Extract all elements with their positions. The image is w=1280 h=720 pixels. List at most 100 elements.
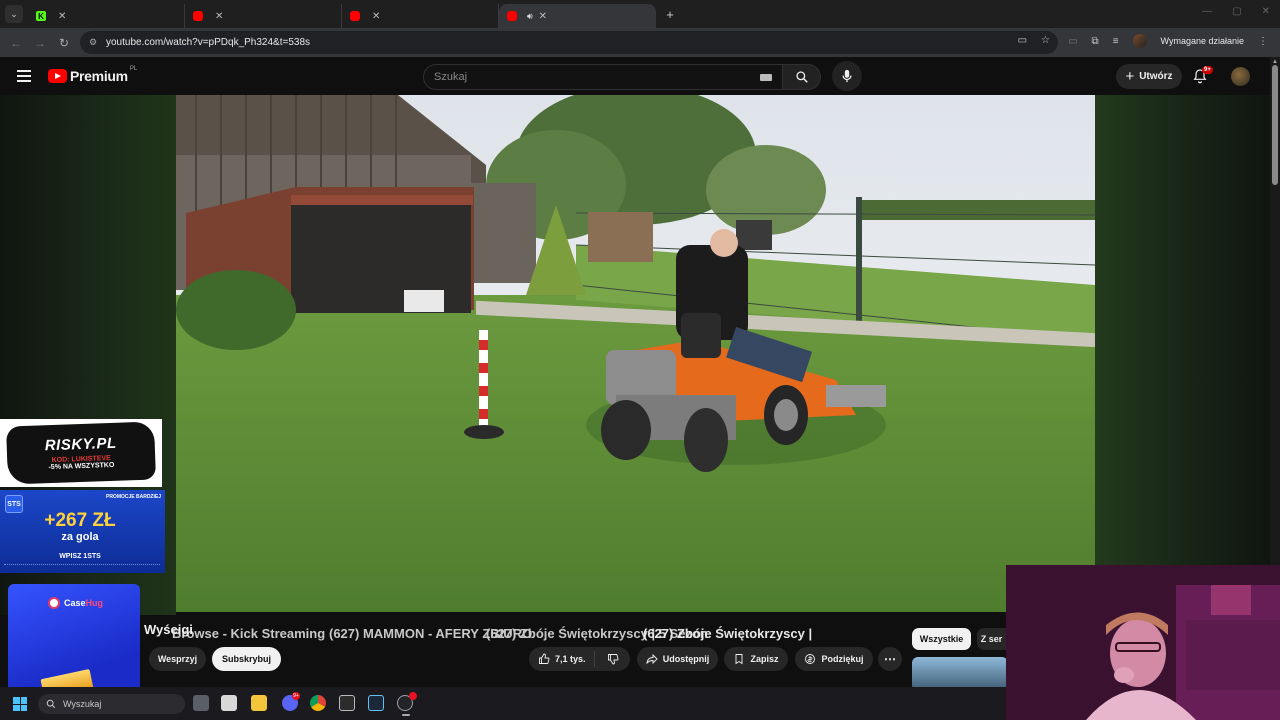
search-button[interactable]: [783, 64, 821, 90]
save-button[interactable]: Zapisz: [724, 647, 788, 671]
cast-icon[interactable]: ▭: [1018, 35, 1027, 46]
video-player[interactable]: [176, 95, 1095, 612]
tab-title: (627) Zbóje Świętokrzyscy |: [643, 626, 813, 641]
discord-badge: 9+: [292, 692, 300, 700]
sts-fine-print: [4, 564, 160, 567]
chip-all-label: Wszystkie: [919, 634, 964, 644]
scroll-thumb[interactable]: [1272, 65, 1278, 185]
risky-promo-text: -5% NA WSZYSTKO: [48, 461, 115, 472]
dislike-button[interactable]: [595, 653, 630, 665]
risky-ad-banner: RISKY.PL KOD: LUKISTEVE -5% NA WSZYSTKO: [0, 419, 162, 487]
casehug-ad: CaseHug: [8, 584, 140, 704]
site-info-icon[interactable]: ⚙︎: [86, 36, 100, 50]
file-explorer-icon[interactable]: [251, 695, 267, 711]
window-controls: — ▢ ✕: [1202, 6, 1270, 17]
casehug-logo: CaseHug: [48, 597, 103, 609]
browser-tab-kick[interactable]: K Browse - Kick Streaming ✕: [28, 4, 325, 641]
recommended-video-thumbnail[interactable]: [912, 657, 1008, 691]
taskbar-search-input[interactable]: Wyszukaj: [38, 694, 185, 714]
youtube-masthead: Premium PL Szukaj + Utwórz 9+: [0, 57, 1270, 95]
maximize-icon[interactable]: ▢: [1232, 6, 1241, 17]
logo-text: Premium: [70, 68, 128, 84]
youtube-premium-logo[interactable]: Premium PL: [48, 66, 138, 84]
video-title: Wyścigi: [144, 622, 193, 637]
close-window-icon[interactable]: ✕: [1262, 6, 1270, 17]
youtube-icon: [350, 11, 360, 21]
bookmark-star-icon[interactable]: ☆: [1041, 35, 1050, 46]
share-label: Udostępnij: [662, 654, 710, 664]
back-icon[interactable]: ←: [4, 36, 28, 50]
browser-tab-strip: ⌄ K Browse - Kick Streaming ✕ (627) MAMM…: [0, 0, 1280, 641]
video-frame-image: [176, 95, 1095, 612]
app-icon[interactable]: [339, 695, 355, 711]
super-thanks-icon: [805, 654, 816, 664]
keyboard-icon[interactable]: [760, 74, 772, 81]
chip-all[interactable]: Wszystkie: [912, 628, 971, 650]
sts-subtitle: za gola: [61, 531, 99, 543]
bookmark-icon: [736, 654, 743, 665]
extensions-icon[interactable]: ⧉: [1092, 36, 1099, 47]
account-avatar[interactable]: [1231, 67, 1250, 86]
new-tab-button[interactable]: +: [662, 6, 678, 22]
casehug-mark-icon: [48, 597, 60, 609]
sts-ad-banner: STS PROMOCJE BARDZIEJ +267 ZŁ za gola WP…: [0, 490, 165, 573]
speaker-icon[interactable]: 🔊︎: [527, 11, 533, 22]
tab-search-chevron-icon[interactable]: ⌄: [5, 5, 23, 23]
create-button[interactable]: + Utwórz: [1116, 64, 1182, 89]
thanks-button[interactable]: Podziękuj: [795, 647, 873, 671]
reload-icon[interactable]: ↻: [52, 36, 76, 50]
casehug-name-a: Case: [64, 598, 86, 608]
tab-close-icon[interactable]: ✕: [539, 11, 547, 22]
like-button[interactable]: 7,1 tys.: [529, 651, 595, 667]
discord-badge-text: 9+: [293, 693, 299, 699]
tab-close-icon[interactable]: ✕: [372, 11, 380, 22]
windows-start-icon[interactable]: [13, 697, 27, 711]
support-button[interactable]: Wesprzyj: [149, 647, 206, 671]
browser-tab-zboje-active[interactable]: (627) Zbóje Świętokrzyscy | 🔊︎ ✕: [499, 4, 812, 641]
browser-menu-icon[interactable]: ⋮: [1258, 36, 1268, 47]
ambient-glow-right: [1095, 95, 1270, 615]
browser-tab-mammon[interactable]: (627) MAMMON - AFERY ZBIURO ✕: [185, 4, 532, 641]
plus-icon: +: [1125, 68, 1135, 85]
url-text: youtube.com/watch?v=pPDqk_Ph324&t=538s: [106, 37, 311, 48]
hamburger-menu-icon[interactable]: [17, 70, 31, 82]
like-dislike-group: 7,1 tys.: [529, 647, 630, 671]
tab-close-icon[interactable]: ✕: [58, 11, 66, 22]
browser-toolbar: ← → ↻ ⚙︎ youtube.com/watch?v=pPDqk_Ph324…: [0, 28, 1280, 57]
search-input[interactable]: Szukaj: [423, 64, 783, 90]
reading-list-icon[interactable]: ≡: [1113, 36, 1119, 47]
steam-icon[interactable]: [368, 695, 384, 711]
profile-avatar[interactable]: [1132, 34, 1147, 48]
more-actions-button[interactable]: ⋯: [878, 647, 902, 671]
tab-close-icon[interactable]: ✕: [215, 11, 223, 22]
thumbs-down-icon: [607, 654, 618, 665]
voice-search-button[interactable]: [832, 61, 862, 91]
subscribe-button[interactable]: Subskrybuj: [212, 647, 281, 671]
share-button[interactable]: Udostępnij: [637, 647, 718, 671]
notepad-app-icon[interactable]: [221, 695, 237, 711]
chip-from-series[interactable]: Z ser: [977, 628, 1006, 650]
streamer-webcam: [1006, 565, 1280, 720]
required-action-button[interactable]: Wymagane działanie: [1161, 36, 1244, 46]
logo-country: PL: [129, 66, 138, 72]
youtube-play-icon: [48, 69, 67, 83]
subscribe-label: Subskrybuj: [221, 654, 271, 664]
sts-code: WPISZ 1STS: [59, 553, 101, 560]
search-placeholder: Szukaj: [434, 71, 468, 83]
like-count: 7,1 tys.: [555, 654, 586, 664]
chrome-icon[interactable]: [310, 695, 326, 711]
casehug-name-b: Hug: [85, 598, 104, 608]
thumbs-up-icon: [539, 653, 550, 664]
address-bar[interactable]: ⚙︎ youtube.com/watch?v=pPDqk_Ph324&t=538…: [80, 31, 1058, 54]
microphone-icon: [842, 69, 852, 83]
kick-icon: K: [36, 11, 46, 21]
tab-title: Browse - Kick Streaming: [172, 626, 326, 641]
forward-icon[interactable]: →: [28, 36, 52, 50]
task-view-icon[interactable]: [193, 695, 209, 711]
windows-taskbar: Wyszukaj 9+: [0, 687, 1006, 720]
browser-tab-zboje-1[interactable]: (627) Zbóje Świętokrzyscy | 5 Sezon ✕: [342, 4, 708, 641]
tab-group-icon[interactable]: ▭: [1068, 36, 1077, 47]
minimize-icon[interactable]: —: [1202, 6, 1212, 17]
share-icon: [646, 653, 658, 665]
webcam-image: [1006, 565, 1280, 720]
